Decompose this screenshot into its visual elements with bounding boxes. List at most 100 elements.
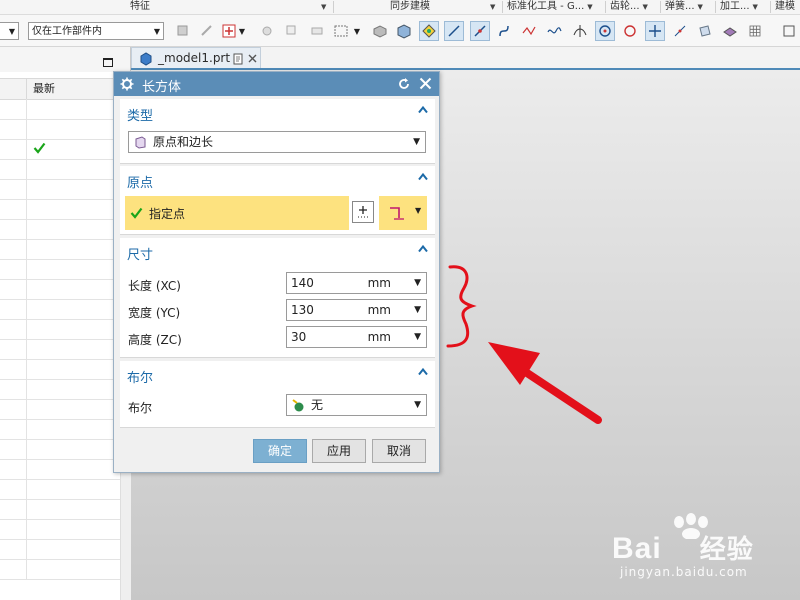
- ribbon-group-machining[interactable]: 加工... ▼: [720, 0, 758, 14]
- select-feature-icon[interactable]: [173, 21, 193, 41]
- collapse-caret-icon[interactable]: [417, 171, 429, 183]
- chevron-down-icon[interactable]: ▼: [352, 21, 362, 41]
- face-point-icon[interactable]: [695, 21, 715, 41]
- measure-icon[interactable]: [307, 21, 327, 41]
- dialog-titlebar[interactable]: 长方体: [114, 72, 439, 96]
- close-icon[interactable]: [419, 77, 432, 90]
- circle-point-icon[interactable]: [620, 21, 640, 41]
- ribbon-group-modeling[interactable]: 建模: [775, 0, 795, 14]
- cancel-button[interactable]: 取消: [372, 439, 426, 463]
- grid-icon[interactable]: [745, 21, 765, 41]
- point-type-dropdown[interactable]: ▼: [379, 196, 427, 230]
- wave-icon[interactable]: [544, 21, 564, 41]
- arc-center-icon[interactable]: [595, 21, 615, 41]
- curve-icon[interactable]: [494, 21, 514, 41]
- line-icon[interactable]: [444, 21, 464, 41]
- point-dialog-button[interactable]: [352, 201, 374, 223]
- shaded-cube-icon[interactable]: [394, 21, 414, 41]
- navigator-row[interactable]: [0, 99, 120, 120]
- navigator-cell: [26, 359, 27, 379]
- chevron-down-icon[interactable]: ▼: [414, 327, 421, 347]
- ribbon-dropdown[interactable]: ▼: [487, 0, 495, 14]
- crosshair-icon[interactable]: [645, 21, 665, 41]
- snap-icon[interactable]: [197, 21, 217, 41]
- section-title-boolean: 布尔: [127, 371, 154, 386]
- collapse-caret-icon[interactable]: [417, 104, 429, 116]
- selection-scope-combo[interactable]: 仅在工作部件内 ▼: [28, 22, 164, 40]
- navigator-cell: [26, 179, 27, 199]
- close-tab-icon[interactable]: [248, 54, 257, 63]
- snap-point-icon[interactable]: [419, 21, 439, 41]
- navigator-row[interactable]: [0, 179, 120, 200]
- navigator-row[interactable]: [0, 319, 120, 340]
- navigator-row[interactable]: [0, 459, 120, 480]
- collapse-caret-icon[interactable]: [417, 366, 429, 378]
- no-boolean-icon: [292, 399, 304, 412]
- bounding-box-icon[interactable]: [778, 21, 800, 41]
- annotation-arrow: [511, 361, 602, 424]
- intersect-icon[interactable]: [570, 21, 590, 41]
- tangent-icon[interactable]: [670, 21, 690, 41]
- width-input[interactable]: 130 mm ▼: [286, 299, 427, 321]
- navigator-row[interactable]: [0, 139, 120, 160]
- ribbon-group-springs[interactable]: 弹簧... ▼: [665, 0, 703, 14]
- navigator-cell: [26, 259, 27, 279]
- navigator-row[interactable]: [0, 539, 120, 560]
- chevron-down-icon[interactable]: ▼: [414, 273, 421, 293]
- block-type-icon: [135, 136, 146, 149]
- navigator-row[interactable]: [0, 379, 120, 400]
- ribbon-group-standard-tools[interactable]: 标准化工具 - G... ▼: [507, 0, 593, 14]
- apply-button[interactable]: 应用: [312, 439, 366, 463]
- annotation-overlay: [446, 265, 602, 424]
- check-icon: [130, 207, 143, 219]
- height-input[interactable]: 30 mm ▼: [286, 326, 427, 348]
- specify-point-row[interactable]: 指定点: [125, 196, 349, 230]
- type-filter-combo[interactable]: ▼: [0, 22, 19, 40]
- type-select[interactable]: 原点和边长 ▼: [128, 131, 426, 153]
- column-latest[interactable]: 最新: [26, 79, 113, 99]
- navigator-row[interactable]: [0, 119, 120, 140]
- midpoint-line-icon[interactable]: [470, 21, 490, 41]
- length-input[interactable]: 140 mm ▼: [286, 272, 427, 294]
- chevron-down-icon[interactable]: ▼: [414, 300, 421, 320]
- tab-model1[interactable]: _model1.prt: [131, 47, 261, 69]
- maximize-icon[interactable]: [103, 58, 113, 67]
- navigator-row[interactable]: [0, 559, 120, 580]
- copy-icon[interactable]: [282, 21, 302, 41]
- check-icon: [33, 142, 46, 154]
- ribbon-group-sync-modeling[interactable]: 同步建模: [390, 0, 430, 14]
- collapse-caret-icon[interactable]: [417, 243, 429, 255]
- navigator-row[interactable]: [0, 519, 120, 540]
- navigator-row[interactable]: [0, 339, 120, 360]
- boolean-label: 布尔: [128, 401, 153, 415]
- navigator-cell: [26, 119, 27, 139]
- boolean-select[interactable]: 无 ▼: [286, 394, 427, 416]
- reset-icon[interactable]: [397, 77, 411, 91]
- navigator-row[interactable]: [0, 199, 120, 220]
- navigator-row[interactable]: [0, 399, 120, 420]
- navigator-row[interactable]: [0, 359, 120, 380]
- navigator-row[interactable]: [0, 419, 120, 440]
- spline-icon[interactable]: [519, 21, 539, 41]
- navigator-row[interactable]: [0, 439, 120, 460]
- ribbon-group-features[interactable]: 特征: [130, 0, 150, 14]
- navigator-cell: [26, 559, 27, 579]
- navigator-row[interactable]: [0, 299, 120, 320]
- navigator-row[interactable]: [0, 499, 120, 520]
- ribbon-group-gears[interactable]: 齿轮... ▼: [610, 0, 648, 14]
- selection-toolbar: ▼ 仅在工作部件内 ▼ ▼ ▼: [0, 15, 800, 47]
- ok-button[interactable]: 确定: [253, 439, 307, 463]
- move-icon[interactable]: [257, 21, 277, 41]
- add-point-icon[interactable]: [219, 21, 239, 41]
- navigator-row[interactable]: [0, 159, 120, 180]
- navigator-row[interactable]: [0, 279, 120, 300]
- chevron-down-icon[interactable]: ▼: [237, 21, 247, 41]
- surface-icon[interactable]: [720, 21, 740, 41]
- solid-body-icon[interactable]: [370, 21, 390, 41]
- ribbon-dropdown[interactable]: ▼: [318, 0, 326, 14]
- navigator-row[interactable]: [0, 479, 120, 500]
- navigator-row[interactable]: [0, 259, 120, 280]
- navigator-row[interactable]: [0, 219, 120, 240]
- selection-box-icon[interactable]: [331, 21, 351, 41]
- navigator-row[interactable]: [0, 239, 120, 260]
